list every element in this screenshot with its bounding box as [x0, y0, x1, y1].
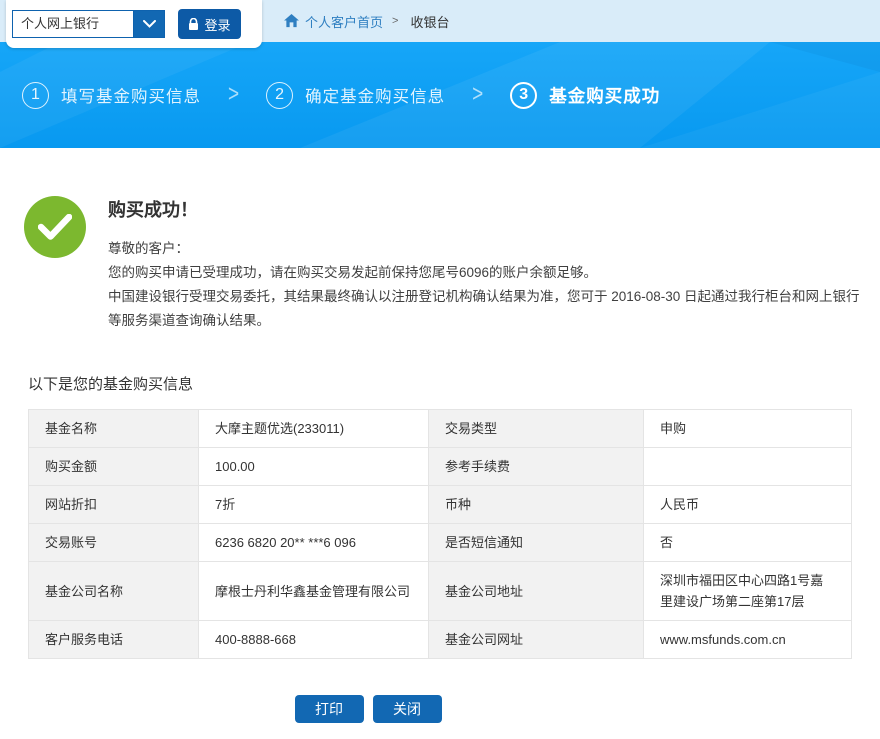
- fee-value: [644, 448, 852, 486]
- select-chevron-button[interactable]: [134, 10, 165, 38]
- fund-name-value: 大摩主题优选(233011): [199, 410, 429, 448]
- currency-value: 人民币: [644, 486, 852, 524]
- fund-name-label: 基金名称: [29, 410, 199, 448]
- result-salutation: 尊敬的客户：: [108, 237, 868, 261]
- service-phone-label: 客户服务电话: [29, 621, 199, 659]
- result-block: 购买成功！ 尊敬的客户： 您的购买申请已受理成功，请在购买交易发起前保持您尾号6…: [0, 148, 880, 333]
- login-label: 登录: [204, 15, 230, 34]
- close-button[interactable]: 关闭: [373, 695, 442, 723]
- breadcrumb-home-link[interactable]: 个人客户首页: [284, 12, 383, 31]
- breadcrumb-separator: >: [392, 15, 398, 27]
- step-1-number: 1: [22, 82, 49, 109]
- info-section-title: 以下是您的基金购买信息: [28, 373, 880, 394]
- result-line-2: 中国建设银行受理交易委托，其结果最终确认以注册登记机构确认结果为准，您可于 20…: [108, 285, 868, 333]
- steps-banner: 1 填写基金购买信息 > 2 确定基金购买信息 > 3 基金购买成功: [0, 42, 880, 148]
- company-name-label: 基金公司名称: [29, 562, 199, 621]
- currency-label: 币种: [429, 486, 644, 524]
- purchase-amount-label: 购买金额: [29, 448, 199, 486]
- result-line-1: 您的购买申请已受理成功，请在购买交易发起前保持您尾号6096的账户余额足够。: [108, 261, 868, 285]
- table-row: 网站折扣 7折 币种 人民币: [29, 486, 852, 524]
- table-row: 购买金额 100.00 参考手续费: [29, 448, 852, 486]
- discount-label: 网站折扣: [29, 486, 199, 524]
- result-title: 购买成功！: [108, 196, 868, 222]
- step-1: 1 填写基金购买信息: [22, 82, 201, 109]
- lock-icon: [188, 18, 199, 31]
- breadcrumb-current: 收银台: [410, 12, 449, 31]
- sms-notify-label: 是否短信通知: [429, 524, 644, 562]
- step-separator: >: [472, 81, 483, 109]
- step-2: 2 确定基金购买信息: [266, 82, 445, 109]
- account-value: 6236 6820 20** ***6 096: [199, 524, 429, 562]
- breadcrumb: 个人客户首页 > 收银台: [284, 0, 449, 42]
- company-website-label: 基金公司网址: [429, 621, 644, 659]
- step-1-label: 填写基金购买信息: [61, 83, 201, 107]
- trade-type-value: 申购: [644, 410, 852, 448]
- step-3-number: 3: [510, 82, 537, 109]
- result-message: 尊敬的客户： 您的购买申请已受理成功，请在购买交易发起前保持您尾号6096的账户…: [108, 237, 868, 333]
- service-phone-value: 400-8888-668: [199, 621, 429, 659]
- table-row: 交易账号 6236 6820 20** ***6 096 是否短信通知 否: [29, 524, 852, 562]
- step-separator: >: [228, 81, 239, 109]
- fee-label: 参考手续费: [429, 448, 644, 486]
- discount-value: 7折: [199, 486, 429, 524]
- company-address-label: 基金公司地址: [429, 562, 644, 621]
- portal-select[interactable]: 个人网上银行: [12, 10, 134, 38]
- portal-panel: 个人网上银行 登录: [6, 0, 262, 48]
- purchase-info-table: 基金名称 大摩主题优选(233011) 交易类型 申购 购买金额 100.00 …: [28, 409, 852, 659]
- company-name-value: 摩根士丹利华鑫基金管理有限公司: [199, 562, 429, 621]
- chevron-down-icon: [143, 20, 156, 28]
- step-3-active: 3 基金购买成功: [510, 82, 660, 109]
- step-2-label: 确定基金购买信息: [305, 83, 445, 107]
- portal-select-group: 个人网上银行: [12, 10, 165, 38]
- steps: 1 填写基金购买信息 > 2 确定基金购买信息 > 3 基金购买成功: [0, 42, 880, 148]
- print-button[interactable]: 打印: [295, 695, 364, 723]
- breadcrumb-home-label: 个人客户首页: [305, 12, 383, 31]
- account-label: 交易账号: [29, 524, 199, 562]
- success-check-icon: [24, 196, 86, 258]
- action-buttons: 打印 关闭: [295, 695, 442, 723]
- step-2-number: 2: [266, 82, 293, 109]
- purchase-amount-value: 100.00: [199, 448, 429, 486]
- table-row: 客户服务电话 400-8888-668 基金公司网址 www.msfunds.c…: [29, 621, 852, 659]
- login-button[interactable]: 登录: [178, 9, 241, 39]
- company-address-value: 深圳市福田区中心四路1号嘉里建设广场第二座第17层: [644, 562, 852, 621]
- sms-notify-value: 否: [644, 524, 852, 562]
- step-3-label: 基金购买成功: [549, 83, 660, 108]
- table-row: 基金公司名称 摩根士丹利华鑫基金管理有限公司 基金公司地址 深圳市福田区中心四路…: [29, 562, 852, 621]
- top-bar: 个人客户首页 > 收银台 个人网上银行 登录: [0, 0, 880, 42]
- trade-type-label: 交易类型: [429, 410, 644, 448]
- table-row: 基金名称 大摩主题优选(233011) 交易类型 申购: [29, 410, 852, 448]
- main-content: 购买成功！ 尊敬的客户： 您的购买申请已受理成功，请在购买交易发起前保持您尾号6…: [0, 148, 880, 723]
- company-website-value: www.msfunds.com.cn: [644, 621, 852, 659]
- home-icon: [284, 14, 299, 28]
